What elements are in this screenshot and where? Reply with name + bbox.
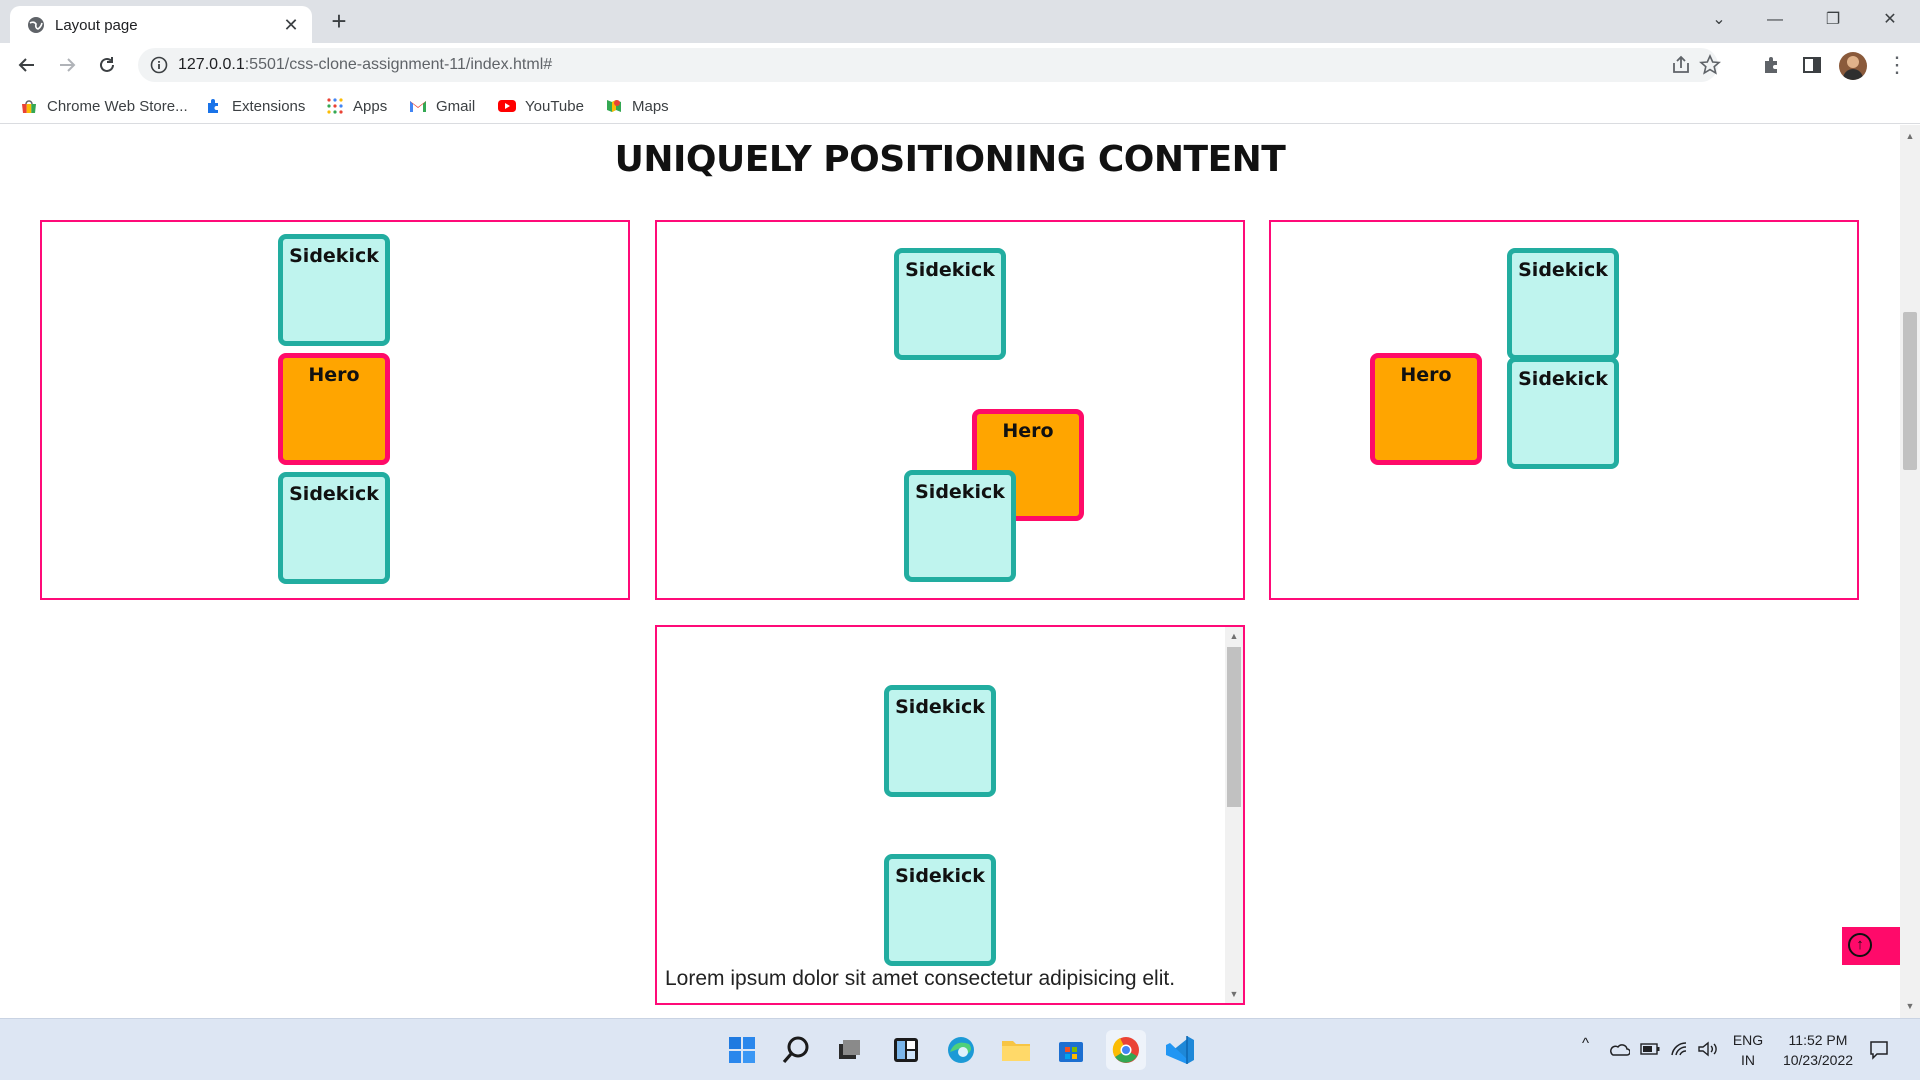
vscode-icon[interactable] — [1160, 1030, 1200, 1070]
chrome-menu-icon[interactable]: ⋮ — [1886, 52, 1908, 80]
page-scrollbar-thumb[interactable] — [1903, 312, 1917, 470]
browser-toolbar: 127.0.0.1:5501/css-clone-assignment-11/i… — [0, 43, 1920, 87]
globe-icon — [28, 17, 44, 33]
side-panel-icon[interactable] — [1800, 53, 1824, 77]
browser-titlebar: Layout page ✕ + ⌄ — ❐ ✕ — [0, 0, 1920, 43]
store-icon[interactable] — [1051, 1030, 1091, 1070]
profile-avatar[interactable] — [1839, 52, 1867, 80]
chrome-webstore-icon — [22, 100, 36, 113]
task-view-icon[interactable] — [829, 1030, 869, 1070]
sidekick-box: Sidekick — [1507, 357, 1619, 469]
browser-tab-active[interactable]: Layout page ✕ — [10, 6, 312, 43]
edge-icon[interactable] — [941, 1030, 981, 1070]
sidekick-box: Sidekick — [278, 472, 390, 584]
widgets-icon[interactable] — [886, 1030, 926, 1070]
layout-panel-stacked: Sidekick Hero Sidekick — [40, 220, 630, 600]
bookmark-chrome-web-store[interactable]: Chrome Web Store... — [20, 95, 188, 117]
volume-icon[interactable] — [1697, 1041, 1719, 1057]
sidekick-box: Sidekick — [904, 470, 1016, 582]
wifi-icon[interactable] — [1670, 1041, 1690, 1057]
layout-panel-scroll[interactable]: Sidekick Sidekick Lorem ipsum dolor sit … — [655, 625, 1245, 1005]
scroll-down-arrow-icon[interactable]: ▼ — [1229, 989, 1239, 999]
bookmark-star-icon[interactable] — [1699, 54, 1721, 76]
battery-icon[interactable] — [1640, 1043, 1660, 1055]
back-to-top-button[interactable]: ↑ — [1842, 927, 1900, 965]
url-host: 127.0.0.1 — [178, 56, 245, 73]
page-scroll-down-icon[interactable]: ▼ — [1905, 1001, 1915, 1011]
arrow-up-circle-icon: ↑ — [1848, 933, 1872, 957]
tab-search-chevron-icon[interactable]: ⌄ — [1702, 6, 1736, 34]
search-icon[interactable] — [776, 1030, 816, 1070]
sidekick-box: Sidekick — [884, 685, 996, 797]
back-button[interactable] — [11, 49, 43, 81]
chrome-icon[interactable] — [1106, 1030, 1146, 1070]
clock[interactable]: 11:52 PM 10/23/2022 — [1768, 1030, 1868, 1070]
language-code: ENG — [1732, 1032, 1764, 1048]
maps-icon — [607, 100, 621, 112]
sidekick-box: Sidekick — [894, 248, 1006, 360]
url-text: 127.0.0.1:5501/css-clone-assignment-11/i… — [178, 56, 552, 74]
sidekick-box: Sidekick — [278, 234, 390, 346]
close-window-button[interactable]: ✕ — [1873, 6, 1907, 34]
forward-button[interactable] — [51, 49, 83, 81]
new-tab-button[interactable]: + — [325, 8, 353, 36]
windows-start-icon[interactable] — [722, 1030, 762, 1070]
panel-scrollbar-thumb[interactable] — [1227, 647, 1241, 807]
extensions-puzzle-icon[interactable] — [1760, 53, 1784, 77]
bookmarks-bar: Chrome Web Store... Extensions Apps Gmai… — [0, 87, 1920, 124]
info-icon[interactable] — [150, 56, 168, 74]
page-scrollbar[interactable] — [1900, 125, 1920, 1018]
hero-box: Hero — [278, 353, 390, 465]
bookmark-label: Maps — [632, 97, 669, 115]
file-explorer-icon[interactable] — [996, 1030, 1036, 1070]
address-bar[interactable]: 127.0.0.1:5501/css-clone-assignment-11/i… — [138, 48, 1721, 82]
url-path: :5501/css-clone-assignment-11/index.html… — [244, 56, 553, 73]
arrow-right-icon — [60, 58, 76, 72]
reload-icon — [100, 57, 114, 72]
layout-panel-side: Sidekick Hero Sidekick — [1269, 220, 1859, 600]
windows-taskbar: ^ ENG IN 11:52 PM 10/23/2022 — [0, 1018, 1920, 1080]
youtube-icon — [498, 100, 516, 112]
sidekick-box: Sidekick — [1507, 248, 1619, 360]
minimize-button[interactable]: — — [1758, 6, 1792, 34]
input-language-indicator[interactable]: ENG IN — [1730, 1030, 1766, 1070]
page-viewport: UNIQUELY POSITIONING CONTENT Sidekick He… — [0, 125, 1900, 1018]
page-scroll-up-icon[interactable]: ▲ — [1905, 131, 1915, 141]
clock-date: 10/23/2022 — [1782, 1052, 1854, 1068]
puzzle-icon — [208, 99, 218, 113]
region-code: IN — [1741, 1052, 1755, 1068]
notifications-icon[interactable] — [1868, 1039, 1890, 1061]
sidekick-box: Sidekick — [884, 854, 996, 966]
layout-panel-overlap: Sidekick Hero Sidekick — [655, 220, 1245, 600]
scroll-up-arrow-icon[interactable]: ▲ — [1229, 631, 1239, 641]
tab-close-icon[interactable]: ✕ — [280, 14, 302, 36]
tray-chevron-up-icon[interactable]: ^ — [1582, 1035, 1589, 1052]
onedrive-icon[interactable] — [1608, 1041, 1630, 1057]
clock-time: 11:52 PM — [1788, 1032, 1848, 1048]
bookmark-label: YouTube — [525, 97, 584, 115]
bookmark-youtube[interactable]: YouTube — [498, 95, 584, 117]
tab-title: Layout page — [55, 17, 138, 34]
hero-box: Hero — [1370, 353, 1482, 465]
arrow-left-icon — [18, 58, 34, 72]
restore-button[interactable]: ❐ — [1816, 6, 1850, 34]
bookmark-apps[interactable]: Apps — [326, 95, 387, 117]
bookmark-label: Extensions — [232, 97, 306, 115]
bookmark-extensions[interactable]: Extensions — [205, 95, 305, 117]
bookmark-label: Apps — [353, 97, 388, 115]
share-icon[interactable] — [1670, 54, 1692, 76]
bookmark-label: Chrome Web Store... — [47, 97, 188, 115]
reload-button[interactable] — [91, 49, 123, 81]
apps-grid-icon — [327, 98, 343, 114]
lorem-paragraph: Lorem ipsum dolor sit amet consectetur a… — [665, 967, 1176, 990]
gmail-icon — [410, 101, 426, 112]
bookmark-maps[interactable]: Maps — [605, 95, 669, 117]
bookmark-gmail[interactable]: Gmail — [409, 95, 475, 117]
bookmark-label: Gmail — [436, 97, 476, 115]
page-title: UNIQUELY POSITIONING CONTENT — [614, 139, 1286, 180]
